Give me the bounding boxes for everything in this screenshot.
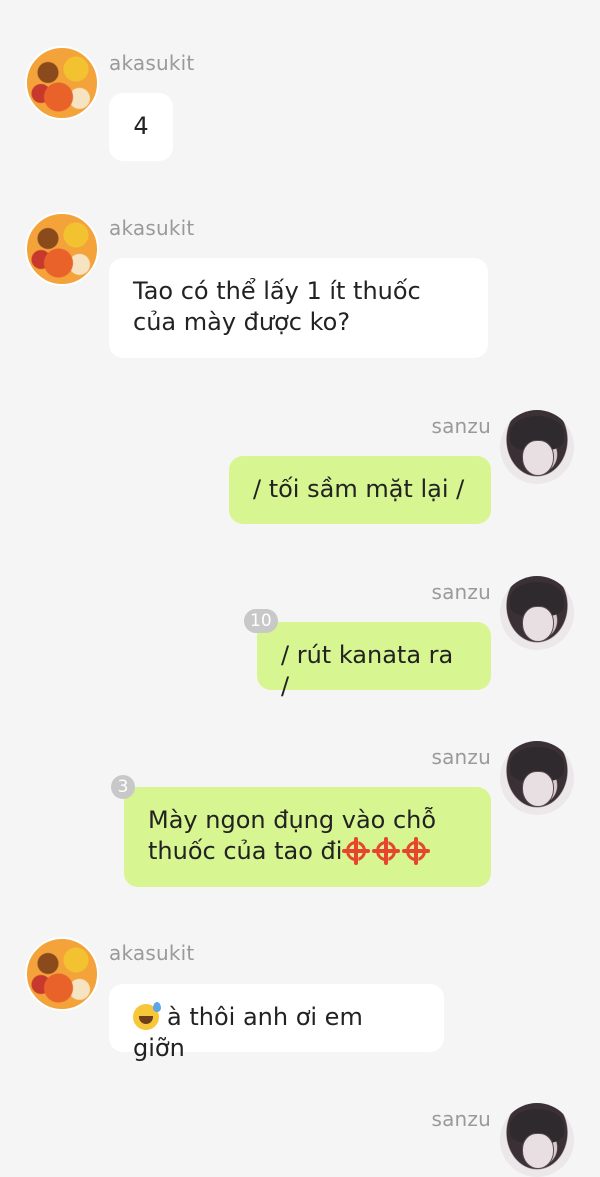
avatar-sanzu[interactable]	[500, 741, 574, 815]
avatar-akasukit[interactable]	[25, 937, 99, 1011]
message-text-line: thuốc của tao đi	[148, 837, 343, 865]
message-text-line: của mày được ko?	[133, 308, 351, 336]
message-bubble[interactable]: Mày ngon đụng vào chỗ thuốc của tao đi	[124, 787, 491, 887]
message-bubble[interactable]: / rút kanata ra /	[257, 622, 491, 700]
anger-icon	[402, 837, 431, 865]
sender-name: sanzu	[431, 580, 491, 604]
message-text: 4	[133, 112, 149, 140]
avatar-akasukit[interactable]	[25, 46, 99, 120]
message-bubble[interactable]: 4	[109, 93, 173, 161]
message-text: à thôi anh ơi em giỡn	[133, 1003, 363, 1062]
reaction-count-badge[interactable]: 10	[244, 609, 278, 633]
avatar-sanzu[interactable]	[500, 576, 574, 650]
avatar-akasukit[interactable]	[25, 212, 99, 286]
sweat-smile-icon	[133, 1002, 161, 1030]
message-bubble[interactable]: Tao có thể lấy 1 ít thuốc của mày được k…	[109, 258, 488, 358]
reaction-count-badge[interactable]: 3	[111, 775, 135, 799]
message-text-line: Tao có thể lấy 1 ít thuốc	[133, 277, 421, 305]
sender-name: akasukit	[109, 51, 195, 75]
sender-name: akasukit	[109, 216, 195, 240]
message-text: / rút kanata ra /	[281, 641, 454, 700]
sender-name: sanzu	[431, 1107, 491, 1131]
anger-icon	[342, 837, 371, 865]
message-text: / tối sầm mặt lại /	[253, 475, 465, 503]
message-bubble[interactable]: / tối sầm mặt lại /	[229, 456, 491, 524]
message-bubble[interactable]: à thôi anh ơi em giỡn	[109, 984, 444, 1062]
message-text-line: Mày ngon đụng vào chỗ	[148, 806, 437, 834]
sender-name: sanzu	[431, 745, 491, 769]
avatar-sanzu[interactable]	[500, 1103, 574, 1177]
sender-name: sanzu	[431, 414, 491, 438]
avatar-sanzu[interactable]	[500, 410, 574, 484]
anger-icon	[372, 837, 401, 865]
sender-name: akasukit	[109, 941, 195, 965]
